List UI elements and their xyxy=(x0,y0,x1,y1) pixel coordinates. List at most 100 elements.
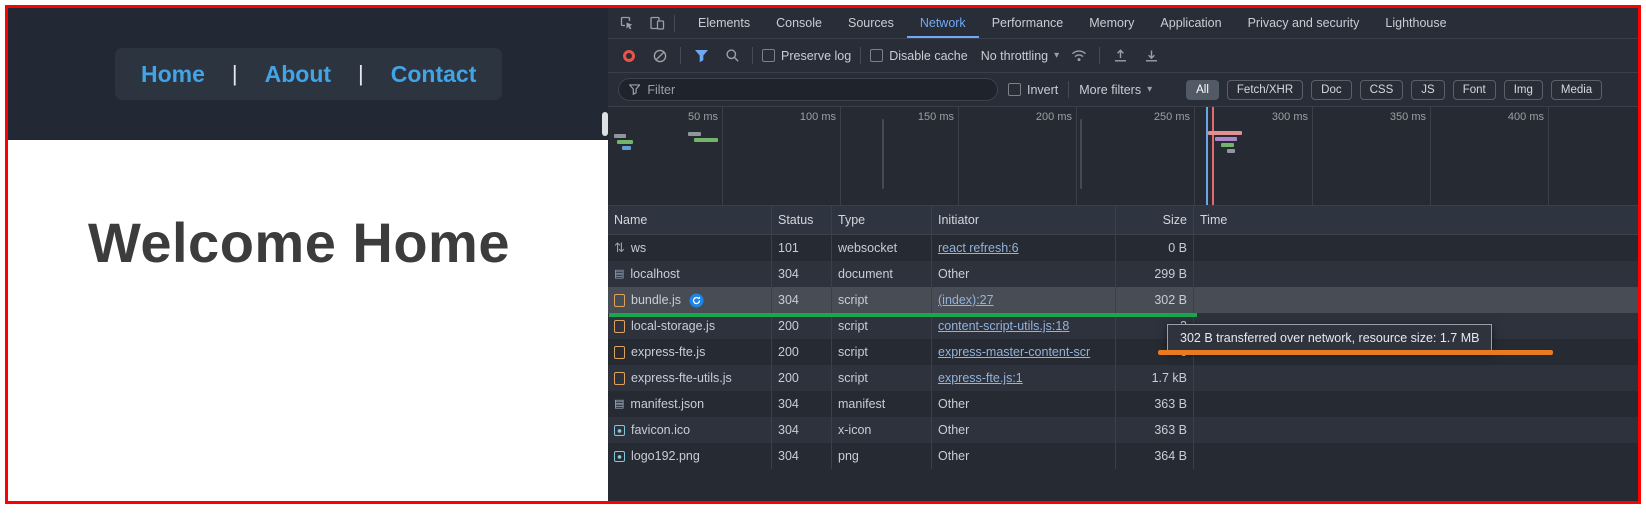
type-cell: script xyxy=(832,365,932,391)
table-header: Name Status Type Initiator Size Time xyxy=(608,206,1638,235)
invert-checkbox[interactable]: Invert xyxy=(1008,83,1058,97)
table-row-bundle-js[interactable]: bundle.js 304 script (index):27 302 B xyxy=(608,287,1638,313)
page-body: Welcome Home xyxy=(8,140,608,275)
throttling-select[interactable]: No throttling ▾ xyxy=(981,49,1059,63)
tab-application[interactable]: Application xyxy=(1147,8,1234,38)
ws-icon: ⇅ xyxy=(614,240,625,255)
timeline-tick-label: 400 ms xyxy=(1507,111,1544,123)
initiator-link[interactable]: react refresh:6 xyxy=(938,241,1019,255)
tab-lighthouse[interactable]: Lighthouse xyxy=(1372,8,1459,38)
divider xyxy=(1068,81,1070,98)
divider xyxy=(674,14,675,32)
type-cell: png xyxy=(832,443,932,469)
tab-console[interactable]: Console xyxy=(763,8,835,38)
devtools-tabs: Elements Console Sources Network Performance… xyxy=(685,8,1460,38)
filter-chip-font[interactable]: Font xyxy=(1452,79,1496,100)
filter-chip-fetch-xhr[interactable]: Fetch/XHR xyxy=(1226,79,1304,100)
timeline-gridline xyxy=(1194,107,1195,205)
nav-link-about[interactable]: About xyxy=(265,61,331,88)
record-button[interactable] xyxy=(618,45,640,67)
waterfall-bar xyxy=(1221,143,1234,147)
column-header-initiator[interactable]: Initiator xyxy=(932,206,1116,234)
column-header-size[interactable]: Size xyxy=(1116,206,1194,234)
size-tooltip: 302 B transferred over network, resource… xyxy=(1167,324,1493,352)
nav-link-home[interactable]: Home xyxy=(141,61,205,88)
filter-chip-js[interactable]: JS xyxy=(1411,79,1445,100)
waterfall-bar xyxy=(1208,131,1242,135)
request-name: bundle.js xyxy=(631,293,682,307)
device-toolbar-icon[interactable] xyxy=(644,10,670,36)
page-header: Home | About | Contact xyxy=(8,8,608,140)
filter-chip-img[interactable]: Img xyxy=(1503,79,1543,100)
time-cell xyxy=(1194,417,1638,443)
clear-icon[interactable] xyxy=(649,45,671,67)
time-cell xyxy=(1194,287,1638,313)
table-row-express-fte-utils-js[interactable]: express-fte-utils.js 200 script express-fte… xyxy=(608,365,1638,391)
name-cell: favicon.ico xyxy=(608,417,772,443)
filter-input[interactable] xyxy=(647,82,987,97)
tab-privacy-and-security[interactable]: Privacy and security xyxy=(1235,8,1373,38)
initiator-link[interactable]: content-script-utils.js:18 xyxy=(938,319,1069,333)
filter-toggle-icon[interactable] xyxy=(690,45,712,67)
page-scrollbar-thumb[interactable] xyxy=(602,112,608,136)
column-header-type[interactable]: Type xyxy=(832,206,932,234)
script-icon xyxy=(614,345,625,359)
size-cell: 1.7 kB xyxy=(1116,365,1194,391)
more-filters-dropdown[interactable]: More filters ▾ xyxy=(1079,83,1152,97)
table-row-logo192-png[interactable]: logo192.png 304 png Other 364 B xyxy=(608,443,1638,469)
filter-chip-all[interactable]: All xyxy=(1186,79,1219,100)
network-conditions-icon[interactable] xyxy=(1068,45,1090,67)
timeline-gridline xyxy=(1430,107,1431,205)
devtools-tab-bar: Elements Console Sources Network Performance… xyxy=(608,8,1638,39)
column-header-name[interactable]: Name xyxy=(608,206,772,234)
nav-separator: | xyxy=(358,61,364,86)
name-cell: ▤ localhost xyxy=(608,261,772,287)
search-icon[interactable] xyxy=(721,45,743,67)
table-row-favicon-ico[interactable]: favicon.ico 304 x-icon Other 363 B xyxy=(608,417,1638,443)
name-cell: express-fte-utils.js xyxy=(608,365,772,391)
filter-chip-doc[interactable]: Doc xyxy=(1311,79,1352,100)
refresh-badge-icon xyxy=(689,292,704,308)
nav-bar: Home | About | Contact xyxy=(115,48,503,100)
divider xyxy=(752,47,753,64)
initiator-cell: express-master-content-scr xyxy=(932,339,1116,365)
tab-memory[interactable]: Memory xyxy=(1076,8,1147,38)
column-header-status[interactable]: Status xyxy=(772,206,832,234)
tab-sources[interactable]: Sources xyxy=(835,8,907,38)
status-cell: 200 xyxy=(772,365,832,391)
waterfall-bar xyxy=(622,146,631,150)
name-cell: express-fte.js xyxy=(608,339,772,365)
table-row-ws[interactable]: ⇅ ws 101 websocket react refresh:6 0 B xyxy=(608,235,1638,261)
initiator-link[interactable]: (index):27 xyxy=(938,293,994,307)
filter-input-wrapper xyxy=(618,78,998,101)
filter-chip-css[interactable]: CSS xyxy=(1359,79,1404,100)
inspect-icon[interactable] xyxy=(614,10,640,36)
disable-cache-checkbox[interactable]: Disable cache xyxy=(870,49,968,63)
tab-elements[interactable]: Elements xyxy=(685,8,763,38)
type-cell: x-icon xyxy=(832,417,932,443)
export-har-icon[interactable] xyxy=(1140,45,1162,67)
table-row-manifest-json[interactable]: ▤ manifest.json 304 manifest Other 363 B xyxy=(608,391,1638,417)
size-cell: 363 B xyxy=(1116,391,1194,417)
column-header-time[interactable]: Time xyxy=(1194,206,1638,234)
tab-performance[interactable]: Performance xyxy=(979,8,1077,38)
preserve-log-checkbox[interactable]: Preserve log xyxy=(762,49,851,63)
tab-network[interactable]: Network xyxy=(907,8,979,38)
type-cell: websocket xyxy=(832,235,932,261)
import-har-icon[interactable] xyxy=(1109,45,1131,67)
nav-link-contact[interactable]: Contact xyxy=(391,61,477,88)
request-name: ws xyxy=(630,241,647,255)
initiator-link[interactable]: express-master-content-scr xyxy=(938,345,1090,359)
size-cell: 302 B xyxy=(1116,287,1194,313)
timeline-gridline xyxy=(722,107,723,205)
waterfall-bar xyxy=(688,132,701,136)
initiator-text: Other xyxy=(938,267,970,281)
initiator-link[interactable]: express-fte.js:1 xyxy=(938,371,1023,385)
status-cell: 304 xyxy=(772,417,832,443)
table-row-localhost[interactable]: ▤ localhost 304 document Other 299 B xyxy=(608,261,1638,287)
network-overview-timeline[interactable]: 50 ms 100 ms 150 ms 200 ms 250 ms 300 ms 350 m… xyxy=(608,107,1638,206)
filter-chip-media[interactable]: Media xyxy=(1550,79,1603,100)
time-cell xyxy=(1194,235,1638,261)
request-name: express-fte.js xyxy=(631,345,706,359)
status-cell: 304 xyxy=(772,443,832,469)
